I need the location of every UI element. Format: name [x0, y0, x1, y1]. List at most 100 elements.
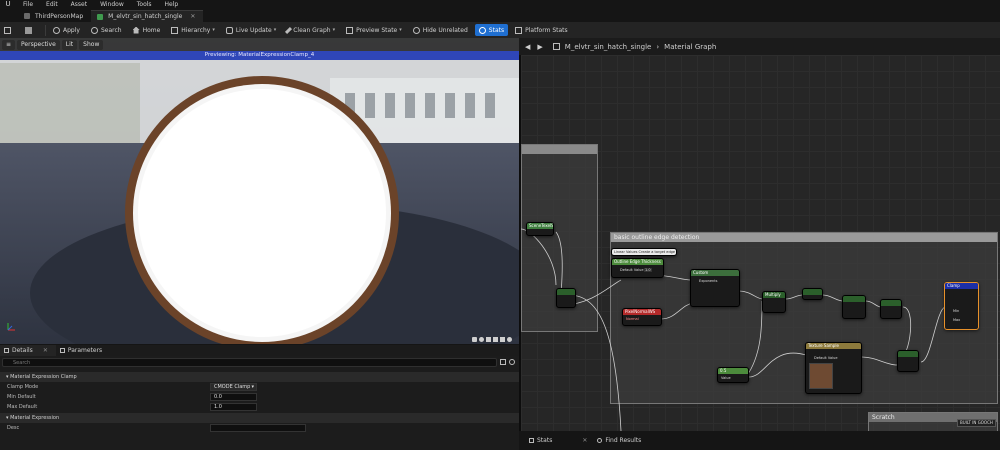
grid-icon[interactable] [500, 359, 506, 365]
hierarchy-button[interactable]: Hierarchy ▾ [167, 24, 219, 36]
chevron-down-icon: ▾ [212, 27, 215, 33]
apply-icon [53, 26, 60, 34]
home-button[interactable]: Home [129, 24, 165, 36]
home-label: Home [142, 26, 161, 34]
menu-tools[interactable]: Tools [137, 1, 152, 8]
node-add-right[interactable] [897, 350, 919, 372]
node-clamp[interactable]: Clamp Min Max [944, 282, 979, 330]
chevron-down-icon: ▾ [273, 27, 277, 33]
texture-thumbnail [809, 363, 833, 389]
node-multiply-4[interactable] [880, 299, 902, 319]
node-multiply-3[interactable] [842, 295, 866, 319]
preview-viewport[interactable] [0, 38, 519, 344]
viewport-scene [0, 38, 519, 344]
material-graph-canvas[interactable]: basic outline edge detection Scratch Sce… [521, 55, 1000, 431]
hide-unrelated-button[interactable]: Hide Unrelated [409, 24, 472, 36]
node-header: SceneTexelSize [527, 223, 553, 229]
node-multiply-1[interactable]: Multiply [762, 291, 786, 313]
tab-material[interactable]: M_elvtr_sin_hatch_single ✕ [91, 10, 204, 22]
node-multiply-2[interactable] [802, 288, 823, 300]
tab-parameters[interactable]: Parameters [56, 345, 110, 356]
min-default-label: Min Default [7, 394, 36, 400]
menu-asset[interactable]: Asset [71, 1, 87, 8]
document-tab-bar: ThirdPersonMap M_elvtr_sin_hatch_single … [0, 9, 1000, 22]
node-scene-texel[interactable]: SceneTexelSize [526, 222, 554, 236]
platform-stats-label: Platform Stats [525, 26, 568, 34]
preview-shape-buttons [472, 337, 518, 343]
menu-window[interactable]: Window [100, 1, 124, 8]
section-material-expression-clamp[interactable]: ▾ Material Expression Clamp [0, 372, 519, 382]
menu-help[interactable]: Help [165, 1, 179, 8]
tab-find-results[interactable]: Find Results [597, 437, 641, 444]
tab-stats[interactable]: Stats ✕ [529, 437, 587, 444]
mesh-icon[interactable] [500, 337, 505, 342]
clamp-mode-select[interactable]: CMODE Clamp ▾ [210, 383, 257, 391]
save-button[interactable] [0, 24, 18, 36]
hierarchy-label: Hierarchy [181, 26, 211, 34]
graph-wires [521, 228, 946, 431]
details-tab-bar: Details ✕ Parameters [0, 345, 519, 356]
preview-state-button[interactable]: Preview State ▾ [342, 24, 406, 36]
viewport-menu-button[interactable]: ≡ [2, 39, 16, 50]
hide-icon [412, 26, 420, 34]
min-default-value: 0.0 [214, 394, 222, 400]
section-expression-title: Material Expression [10, 415, 60, 421]
search-button[interactable]: Search [87, 24, 126, 36]
max-default-value: 1.0 [214, 404, 222, 410]
close-icon[interactable]: ✕ [582, 437, 587, 444]
node-pixel-normal[interactable]: PixelNormalWS Normal [622, 308, 662, 326]
node-comment-note[interactable]: Linear Values Create a target edge [611, 248, 677, 256]
tab-third-person-map[interactable]: ThirdPersonMap [18, 10, 91, 22]
perspective-button[interactable]: Perspective [17, 39, 60, 50]
parameters-icon [59, 348, 65, 353]
live-update-label: Live Update [235, 26, 272, 34]
unreal-logo-icon[interactable]: U [3, 0, 13, 9]
close-icon[interactable]: ✕ [190, 13, 195, 20]
menu-file[interactable]: File [23, 1, 33, 8]
section-clamp-title: Material Expression Clamp [10, 374, 77, 380]
gear-icon[interactable] [509, 359, 515, 365]
node-constant[interactable]: 0.5 Value [717, 367, 749, 383]
node-texture-sample[interactable]: Texture Sample Default Value [805, 342, 862, 394]
details-search-input[interactable]: Search [2, 358, 497, 367]
find-results-label: Find Results [605, 437, 642, 444]
platform-stats-button[interactable]: Platform Stats [511, 24, 572, 36]
tab-details[interactable]: Details ✕ [0, 345, 56, 356]
tab-label: ThirdPersonMap [35, 12, 84, 20]
desc-input[interactable] [210, 424, 306, 432]
breadcrumb-view[interactable]: Material Graph [664, 43, 716, 51]
close-icon[interactable]: ✕ [43, 347, 48, 354]
clean-graph-button[interactable]: Clean Graph ▾ [283, 24, 339, 36]
back-arrow-icon[interactable]: ◀ [525, 43, 530, 51]
plane-icon[interactable] [486, 337, 491, 342]
live-update-button[interactable]: Live Update ▾ [222, 24, 280, 36]
node-header [557, 289, 575, 295]
show-button[interactable]: Show [79, 39, 104, 50]
level-icon [24, 13, 30, 19]
max-default-input[interactable]: 1.0 [210, 403, 257, 411]
node-scalar-parameter[interactable]: Outline Edge Thickness Default Value 1.0 [611, 258, 664, 278]
apply-button[interactable]: Apply [49, 24, 84, 36]
node-header: Outline Edge Thickness [612, 259, 663, 265]
node-custom[interactable]: Custom Exponents [690, 269, 740, 307]
browse-button[interactable] [21, 24, 39, 36]
built-badge: BUILT IN GOOCH [957, 419, 996, 427]
node-header [881, 300, 901, 306]
clamp-max-label: Max [953, 318, 961, 322]
cylinder-icon[interactable] [472, 337, 477, 342]
cube-icon[interactable] [493, 337, 498, 342]
min-default-input[interactable]: 0.0 [210, 393, 257, 401]
section-material-expression[interactable]: ▾ Material Expression [0, 413, 519, 423]
sphere-icon[interactable] [479, 337, 484, 342]
save-icon [4, 26, 11, 34]
forward-arrow-icon[interactable]: ▶ [537, 43, 542, 51]
stats-button[interactable]: Stats [474, 24, 509, 36]
hide-unrelated-label: Hide Unrelated [422, 26, 468, 34]
node-add-left[interactable] [556, 288, 576, 308]
menu-edit[interactable]: Edit [46, 1, 58, 8]
default-value-num[interactable]: 1.0 [644, 268, 652, 272]
lit-button[interactable]: Lit [61, 39, 78, 50]
breadcrumb-asset[interactable]: M_elvtr_sin_hatch_single [565, 43, 652, 51]
realtime-icon[interactable] [507, 337, 512, 342]
tab-label: M_elvtr_sin_hatch_single [108, 13, 183, 20]
